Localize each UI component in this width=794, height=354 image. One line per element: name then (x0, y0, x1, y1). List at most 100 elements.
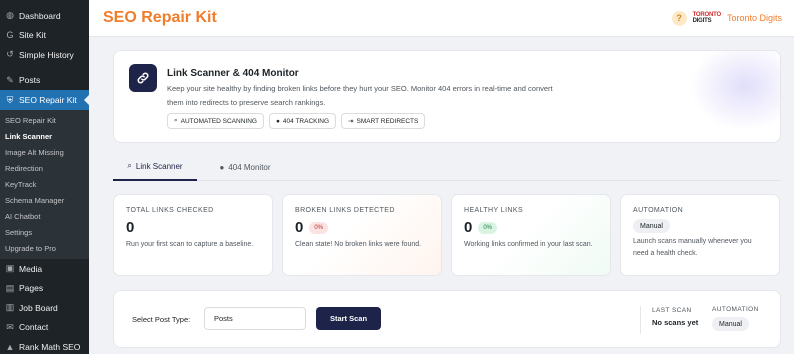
intro-card: Link Scanner & 404 Monitor Keep your sit… (113, 50, 781, 143)
menu-label: Job Board (19, 302, 58, 313)
menu-job-board[interactable]: ▥ Job Board (0, 298, 89, 318)
submenu-image-alt-missing[interactable]: Image Alt Missing (0, 145, 89, 161)
menu-label: Rank Math SEO (19, 341, 81, 352)
menu-pages[interactable]: ▤ Pages (0, 279, 89, 299)
stat-automation: AUTOMATION Manual Launch scans manually … (620, 194, 780, 276)
divider (640, 306, 641, 334)
menu-dashboard[interactable]: ◍ Dashboard (0, 6, 89, 26)
search-icon: ⌕ (127, 161, 132, 170)
tab-label: 404 Monitor (228, 162, 271, 172)
submenu-settings[interactable]: Settings (0, 225, 89, 241)
stat-value-row: Manual (633, 219, 767, 233)
dashboard-icon: ◍ (6, 10, 14, 21)
stat-label: HEALTHY LINKS (464, 207, 524, 214)
history-icon: ↺ (6, 49, 14, 60)
alert-icon: ● (275, 117, 280, 125)
menu-posts[interactable]: ✎ Posts (0, 71, 89, 91)
stat-label: TOTAL LINKS CHECKED (126, 207, 214, 214)
post-type-label: Select Post Type: (132, 315, 191, 324)
start-scan-button[interactable]: Start Scan (316, 307, 381, 330)
stat-label: AUTOMATION (633, 207, 684, 214)
menu-label: Dashboard (19, 10, 61, 21)
stat-healthy-links: HEALTHY LINKS 0 0% Working links confirm… (451, 194, 611, 276)
plugin-header: SEO Repair Kit ? TORONTO DIGITS Toronto … (89, 0, 794, 37)
stat-value-row: 0 (126, 219, 260, 236)
menu-seo-repair-kit[interactable]: ⛨ SEO Repair Kit (0, 90, 89, 110)
healthy-percent-badge: 0% (478, 221, 498, 234)
menu-label: Media (19, 263, 43, 274)
tag-label: SMART REDIRECTS (356, 117, 419, 125)
automation-info: AUTOMATION Manual (712, 306, 759, 331)
tag-label: 404 TRACKING (282, 117, 330, 125)
page-title: SEO Repair Kit (103, 9, 217, 26)
stat-total-links: TOTAL LINKS CHECKED 0 Run your first sca… (113, 194, 273, 276)
automation-value-badge: Manual (712, 317, 749, 331)
media-icon: ▣ (5, 263, 15, 274)
submenu-redirection[interactable]: Redirection (0, 161, 89, 177)
alert-icon: ● (219, 162, 225, 172)
shield-icon: ⛨ (6, 94, 14, 105)
chart-icon: ▲ (5, 341, 15, 352)
menu-label: Simple History (19, 49, 74, 60)
link-icon (129, 64, 157, 92)
last-scan-value: No scans yet (652, 318, 699, 327)
stat-value: 0 (295, 219, 304, 236)
menu-label: Pages (19, 283, 44, 294)
last-scan-label: LAST SCAN (652, 307, 692, 314)
stat-note: Working links confirmed in your last sca… (464, 241, 593, 248)
tab-404-monitor[interactable]: ● 404 Monitor (203, 153, 287, 181)
menu-media[interactable]: ▣ Media (0, 259, 89, 279)
stats-row: TOTAL LINKS CHECKED 0 Run your first sca… (113, 194, 781, 276)
scan-controls: Select Post Type: Posts Start Scan LAST … (113, 290, 781, 348)
stat-value: 0 (126, 219, 135, 236)
tag-smart-redirects: ⇥ SMART REDIRECTS (341, 113, 426, 129)
menu-contact[interactable]: ✉ Contact (0, 318, 89, 338)
feature-tags: ⌕ AUTOMATED SCANNING ● 404 TRACKING ⇥ SM… (167, 113, 426, 129)
briefcase-icon: ▥ (5, 302, 15, 313)
menu-label: Contact (19, 322, 49, 333)
menu-label: SEO Repair Kit (19, 95, 77, 105)
intro-description: Keep your site healthy by finding broken… (167, 84, 553, 107)
stat-note: Launch scans manually whenever you need … (633, 238, 752, 257)
intro-title: Link Scanner & 404 Monitor (167, 68, 299, 79)
main-content: SEO Repair Kit ? TORONTO DIGITS Toronto … (89, 0, 794, 354)
submenu-upgrade-to-pro[interactable]: Upgrade to Pro (0, 241, 89, 257)
admin-sidebar: ◍ Dashboard G Site Kit ↺ Simple History … (0, 0, 89, 354)
automation-mode-badge: Manual (633, 219, 670, 233)
tag-automated-scanning: ⌕ AUTOMATED SCANNING (167, 113, 264, 129)
tag-404-tracking: ● 404 TRACKING (268, 113, 337, 129)
stat-broken-links: BROKEN LINKS DETECTED 0 0% Clean state! … (282, 194, 442, 276)
scanner-tabs: ⌕ Link Scanner ● 404 Monitor (113, 153, 781, 181)
redirect-icon: ⇥ (348, 118, 354, 125)
stat-note: Run your first scan to capture a baselin… (126, 241, 254, 248)
broken-percent-badge: 0% (309, 221, 329, 234)
tab-link-scanner[interactable]: ⌕ Link Scanner (113, 153, 197, 181)
help-icon[interactable]: ? (671, 10, 687, 26)
submenu-ai-chatbot[interactable]: AI Chatbot (0, 209, 89, 225)
header-right: ? TORONTO DIGITS Toronto Digits (671, 10, 782, 26)
envelope-icon: ✉ (6, 321, 14, 332)
pin-icon: ✎ (6, 74, 14, 85)
submenu-keytrack[interactable]: KeyTrack (0, 177, 89, 193)
brand-name[interactable]: Toronto Digits (727, 13, 782, 23)
stat-label: BROKEN LINKS DETECTED (295, 207, 395, 214)
g-icon: G (6, 30, 14, 41)
brand-mark-bottom: DIGITS (692, 18, 712, 24)
search-icon: ⌕ (174, 117, 178, 124)
stat-value: 0 (464, 219, 473, 236)
menu-site-kit[interactable]: G Site Kit (0, 26, 89, 46)
submenu-link-scanner[interactable]: Link Scanner (0, 129, 89, 145)
brand-logo: TORONTO DIGITS (692, 12, 722, 24)
automation-label: AUTOMATION (712, 306, 759, 313)
post-type-select[interactable]: Posts (204, 307, 306, 330)
tag-label: AUTOMATED SCANNING (180, 117, 257, 125)
tab-label: Link Scanner (135, 161, 183, 171)
seo-repair-kit-submenu: SEO Repair Kit Link Scanner Image Alt Mi… (0, 110, 89, 259)
submenu-schema-manager[interactable]: Schema Manager (0, 193, 89, 209)
stat-note: Clean state! No broken links were found. (295, 241, 422, 248)
stat-value-row: 0 0% (295, 219, 429, 236)
menu-rank-math-seo[interactable]: ▲ Rank Math SEO (0, 337, 89, 354)
stat-value-row: 0 0% (464, 219, 598, 236)
submenu-seo-repair-kit[interactable]: SEO Repair Kit (0, 113, 89, 129)
menu-simple-history[interactable]: ↺ Simple History (0, 45, 89, 65)
